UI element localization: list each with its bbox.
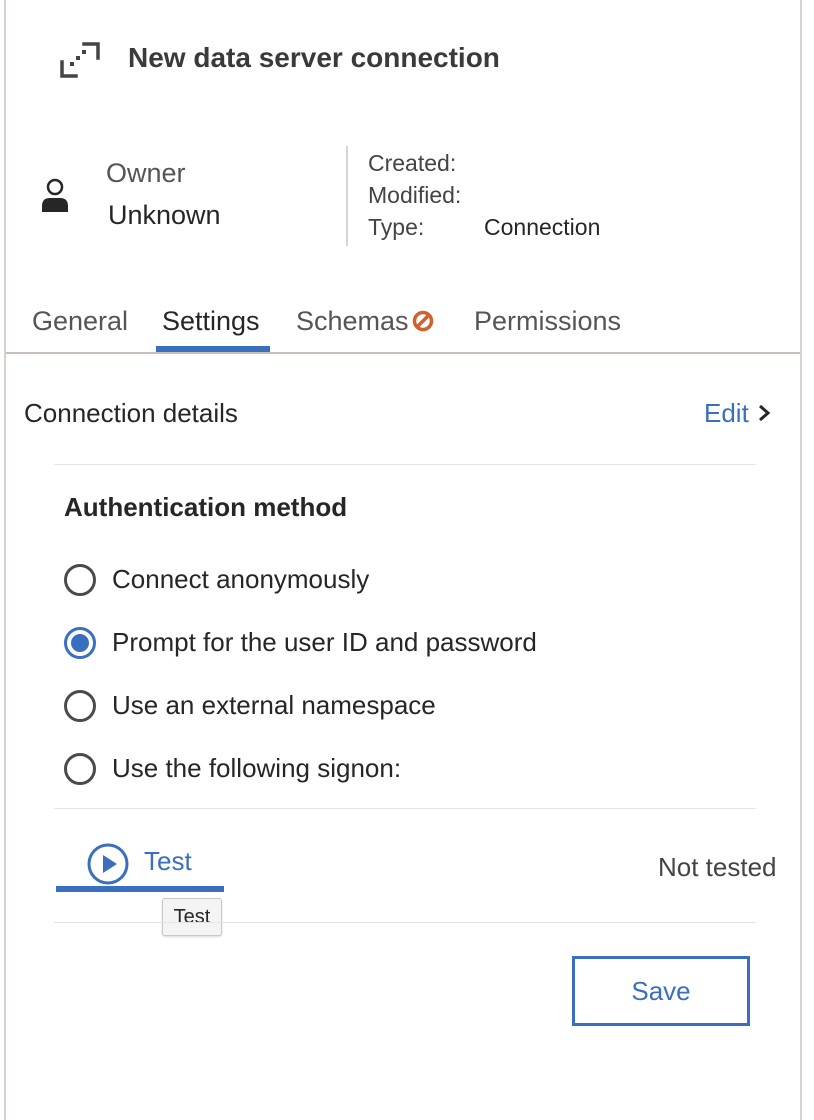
radio-button[interactable]	[64, 753, 96, 785]
owner-value: Unknown	[108, 200, 221, 230]
user-icon	[42, 178, 68, 212]
radio-button[interactable]	[64, 564, 96, 596]
tab-general[interactable]: General	[32, 306, 128, 337]
modified-row: Modified:	[368, 182, 461, 209]
radio-button[interactable]	[64, 690, 96, 722]
tab-bar: General Settings Schemas Permissions	[6, 300, 800, 354]
connection-icon	[60, 42, 100, 78]
connection-panel: New data server connection Owner Unknown…	[4, 0, 802, 1120]
type-row: Type: Connection	[368, 214, 600, 241]
test-focus-indicator	[56, 886, 224, 892]
tab-settings[interactable]: Settings	[162, 306, 260, 337]
radio-label: Prompt for the user ID and password	[112, 627, 537, 657]
test-label: Test	[144, 846, 192, 876]
blocked-icon	[412, 310, 433, 332]
meta-divider	[346, 146, 348, 246]
tab-schemas-label: Schemas	[296, 306, 409, 336]
connection-details-title: Connection details	[24, 398, 238, 428]
edit-link[interactable]: Edit	[704, 398, 771, 429]
auth-method-title: Authentication method	[64, 492, 348, 522]
divider	[54, 808, 756, 809]
radio-label: Use the following signon:	[112, 753, 402, 783]
type-label: Type:	[368, 214, 425, 240]
chevron-right-icon	[758, 404, 771, 422]
save-button[interactable]: Save	[572, 956, 750, 1026]
radio-label: Use an external namespace	[112, 690, 436, 720]
type-value: Connection	[484, 214, 601, 240]
test-tooltip: Test	[162, 898, 222, 936]
divider	[54, 464, 756, 465]
tab-permissions[interactable]: Permissions	[474, 306, 621, 337]
created-label: Created:	[368, 150, 457, 176]
radio-label: Connect anonymously	[112, 564, 370, 594]
edit-label: Edit	[704, 398, 749, 428]
test-status: Not tested	[658, 852, 777, 882]
modified-label: Modified:	[368, 182, 462, 208]
play-icon	[87, 843, 129, 885]
page-title: New data server connection	[128, 42, 500, 73]
active-tab-indicator	[156, 346, 270, 352]
tab-schemas[interactable]: Schemas	[296, 306, 434, 337]
radio-button-selected[interactable]	[64, 627, 96, 659]
created-row: Created:	[368, 150, 456, 177]
divider	[54, 922, 756, 923]
owner-label: Owner	[106, 158, 186, 188]
